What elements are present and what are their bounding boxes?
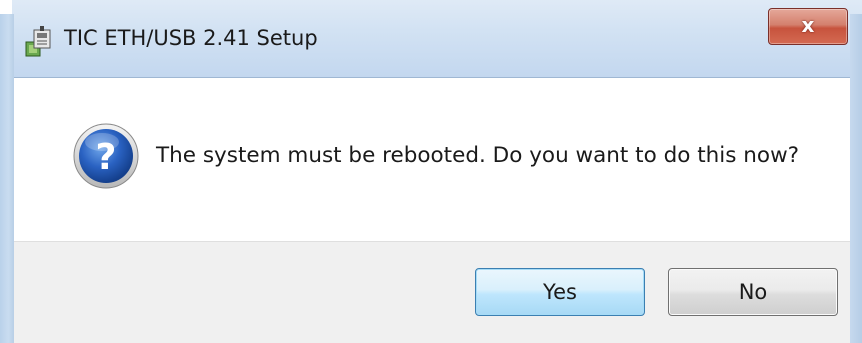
svg-text:?: ? [96, 137, 117, 178]
window-title: TIC ETH/USB 2.41 Setup [64, 26, 318, 50]
no-button[interactable]: No [668, 268, 838, 316]
installer-app-icon [25, 26, 51, 57]
title-bar[interactable]: TIC ETH/USB 2.41 Setup x [0, 0, 862, 77]
dialog-content: ? The system must be rebooted. Do you wa… [14, 77, 850, 241]
close-icon: x [801, 13, 815, 37]
window-frame-right [850, 14, 862, 343]
close-button[interactable]: x [768, 8, 848, 45]
dialog-button-bar: Yes No [14, 241, 850, 343]
dialog-message: The system must be rebooted. Do you want… [156, 143, 800, 168]
yes-button[interactable]: Yes [475, 268, 645, 316]
question-icon: ? [73, 123, 139, 189]
setup-dialog-window: TIC ETH/USB 2.41 Setup x ? The system mu… [0, 0, 862, 343]
window-frame-left [0, 14, 14, 343]
